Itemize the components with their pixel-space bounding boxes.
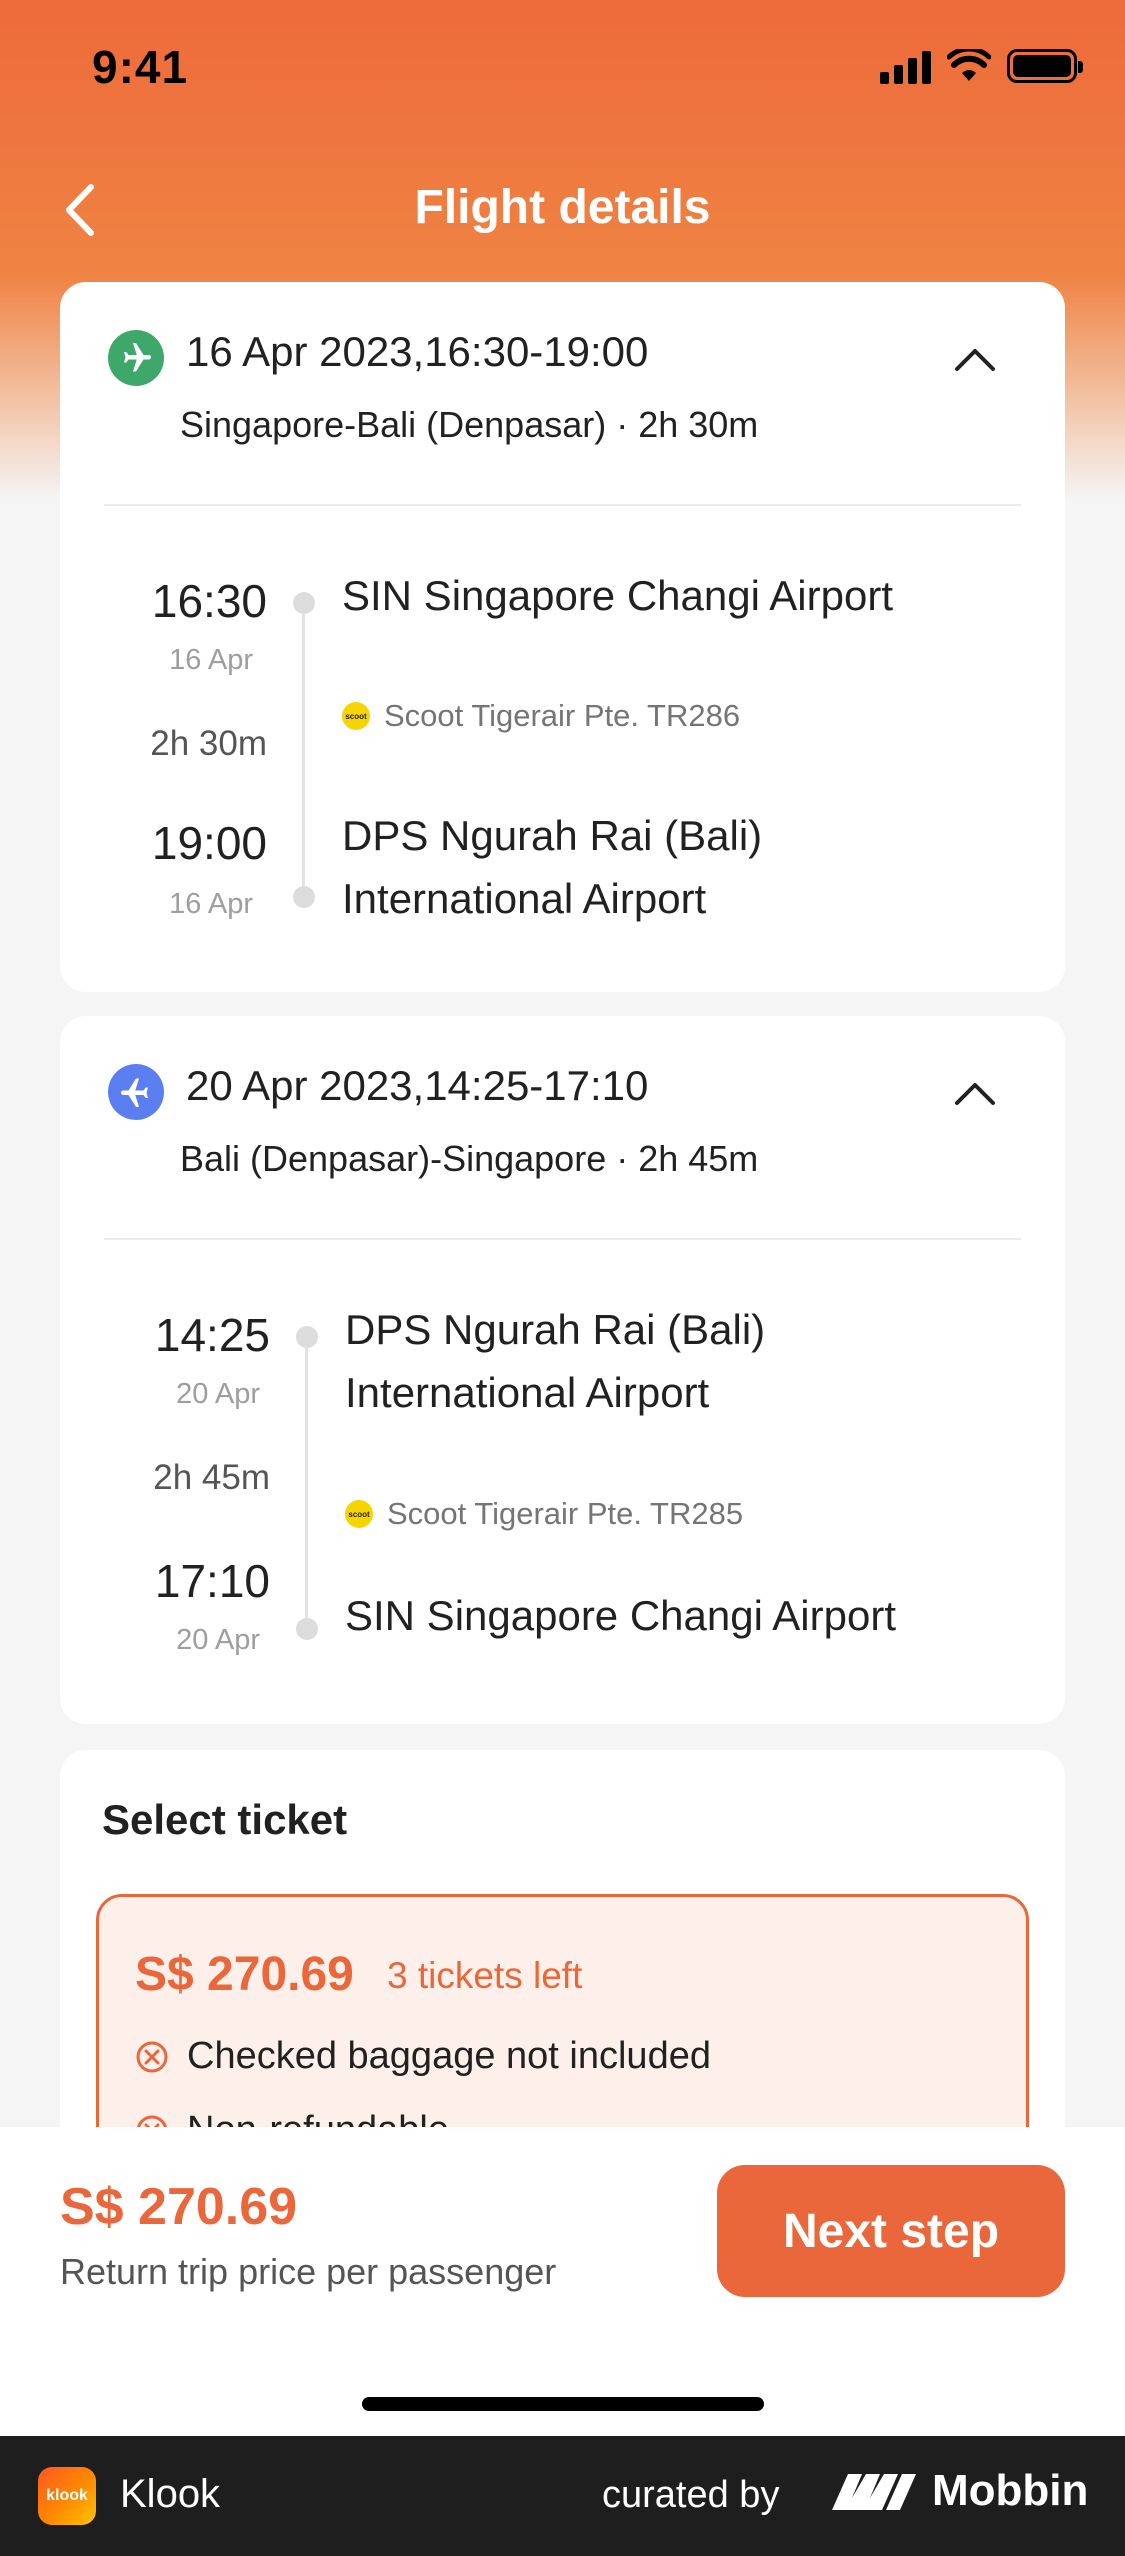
ticket-feature: Checked baggage not included bbox=[135, 2035, 711, 2078]
origin-airport: DPS Ngurah Rai (Bali) International Airp… bbox=[345, 1306, 766, 1416]
tickets-left-badge: 3 tickets left bbox=[387, 1955, 583, 1996]
timeline-line bbox=[305, 1348, 308, 1618]
departure-date: 20 Apr bbox=[176, 1378, 260, 1410]
ticket-price: S$ 270.69 bbox=[135, 1948, 354, 2001]
airline-info: scoot Scoot Tigerair Pte. TR285 bbox=[345, 1496, 743, 1532]
app-name: Klook bbox=[120, 2472, 221, 2516]
status-bar: 9:41 bbox=[0, 0, 1125, 140]
outbound-date-time: 16 Apr 2023,16:30-19:00 bbox=[186, 328, 649, 375]
outbound-leg-header: 16 Apr 2023,16:30-19:00 Singapore-Bali (… bbox=[60, 282, 1065, 506]
wifi-icon bbox=[947, 49, 991, 81]
departure-time: 14:25 bbox=[154, 1309, 270, 1361]
scoot-logo: scoot bbox=[342, 702, 370, 730]
timeline-dot bbox=[296, 1326, 318, 1348]
outbound-route-summary: Singapore-Bali (Denpasar) · 2h 30m bbox=[180, 404, 759, 445]
signal-icon bbox=[880, 48, 931, 84]
cross-circle-icon bbox=[136, 2041, 168, 2072]
divider bbox=[104, 1238, 1021, 1240]
timeline-line bbox=[302, 614, 305, 886]
arrival-time: 17:10 bbox=[154, 1555, 270, 1607]
destination-airport: DPS Ngurah Rai (Bali) International Airp… bbox=[342, 812, 763, 922]
total-price: S$ 270.69 bbox=[60, 2178, 298, 2236]
inbound-route-summary: Bali (Denpasar)-Singapore · 2h 45m bbox=[180, 1138, 759, 1179]
divider bbox=[104, 504, 1021, 506]
chevron-up-icon bbox=[955, 349, 995, 371]
nav-bar: Flight details bbox=[0, 160, 1125, 260]
section-title: Select ticket bbox=[102, 1796, 348, 1843]
klook-logo-icon: klook bbox=[38, 2467, 96, 2525]
mobbin-brand: Mobbin bbox=[830, 2466, 1088, 2516]
flight-duration: 2h 45m bbox=[153, 1458, 270, 1497]
bottom-bar: S$ 270.69 Return trip price per passenge… bbox=[0, 2127, 1125, 2436]
brand-name: Mobbin bbox=[932, 2466, 1089, 2515]
flight-duration: 2h 30m bbox=[150, 724, 267, 763]
arrival-date: 16 Apr bbox=[169, 888, 253, 920]
airline-info: scoot Scoot Tigerair Pte. TR286 bbox=[342, 698, 740, 734]
departure-time: 16:30 bbox=[151, 575, 267, 627]
destination-airport: SIN Singapore Changi Airport bbox=[345, 1592, 896, 1639]
arrival-time: 19:00 bbox=[151, 817, 267, 869]
outbound-collapse-button[interactable] bbox=[947, 332, 1003, 388]
timeline-dot bbox=[293, 886, 315, 908]
next-step-button[interactable]: Next step bbox=[717, 2165, 1065, 2297]
inbound-leg-header: 20 Apr 2023,14:25-17:10 Bali (Denpasar)-… bbox=[60, 1016, 1065, 1240]
return-plane-icon bbox=[108, 1064, 164, 1120]
timeline-dot bbox=[293, 592, 315, 614]
battery-icon bbox=[1007, 49, 1083, 83]
status-time: 9:41 bbox=[92, 41, 189, 93]
status-icons bbox=[880, 48, 1083, 84]
scoot-logo: scoot bbox=[345, 1500, 373, 1528]
departure-plane-icon bbox=[108, 330, 164, 386]
inbound-flight-card: 20 Apr 2023,14:25-17:10 Bali (Denpasar)-… bbox=[60, 1016, 1065, 1724]
airline-name: Scoot Tigerair Pte. TR285 bbox=[387, 1496, 744, 1531]
curated-by-label: curated by bbox=[602, 2474, 780, 2516]
airline-name: Scoot Tigerair Pte. TR286 bbox=[384, 698, 741, 733]
footer-bar: klook Klook curated by Mobbin bbox=[0, 2436, 1125, 2556]
timeline-dot bbox=[296, 1618, 318, 1640]
departure-date: 16 Apr bbox=[169, 644, 253, 676]
page-title: Flight details bbox=[414, 181, 711, 234]
arrival-date: 20 Apr bbox=[176, 1624, 260, 1656]
price-caption: Return trip price per passenger bbox=[60, 2251, 557, 2292]
mobbin-logo-icon bbox=[832, 2474, 916, 2510]
chevron-up-icon bbox=[955, 1083, 995, 1105]
inbound-date-time: 20 Apr 2023,14:25-17:10 bbox=[186, 1062, 649, 1109]
origin-airport: SIN Singapore Changi Airport bbox=[342, 572, 893, 619]
home-indicator bbox=[362, 2397, 764, 2411]
outbound-flight-card: 16 Apr 2023,16:30-19:00 Singapore-Bali (… bbox=[60, 282, 1065, 992]
inbound-collapse-button[interactable] bbox=[947, 1066, 1003, 1122]
